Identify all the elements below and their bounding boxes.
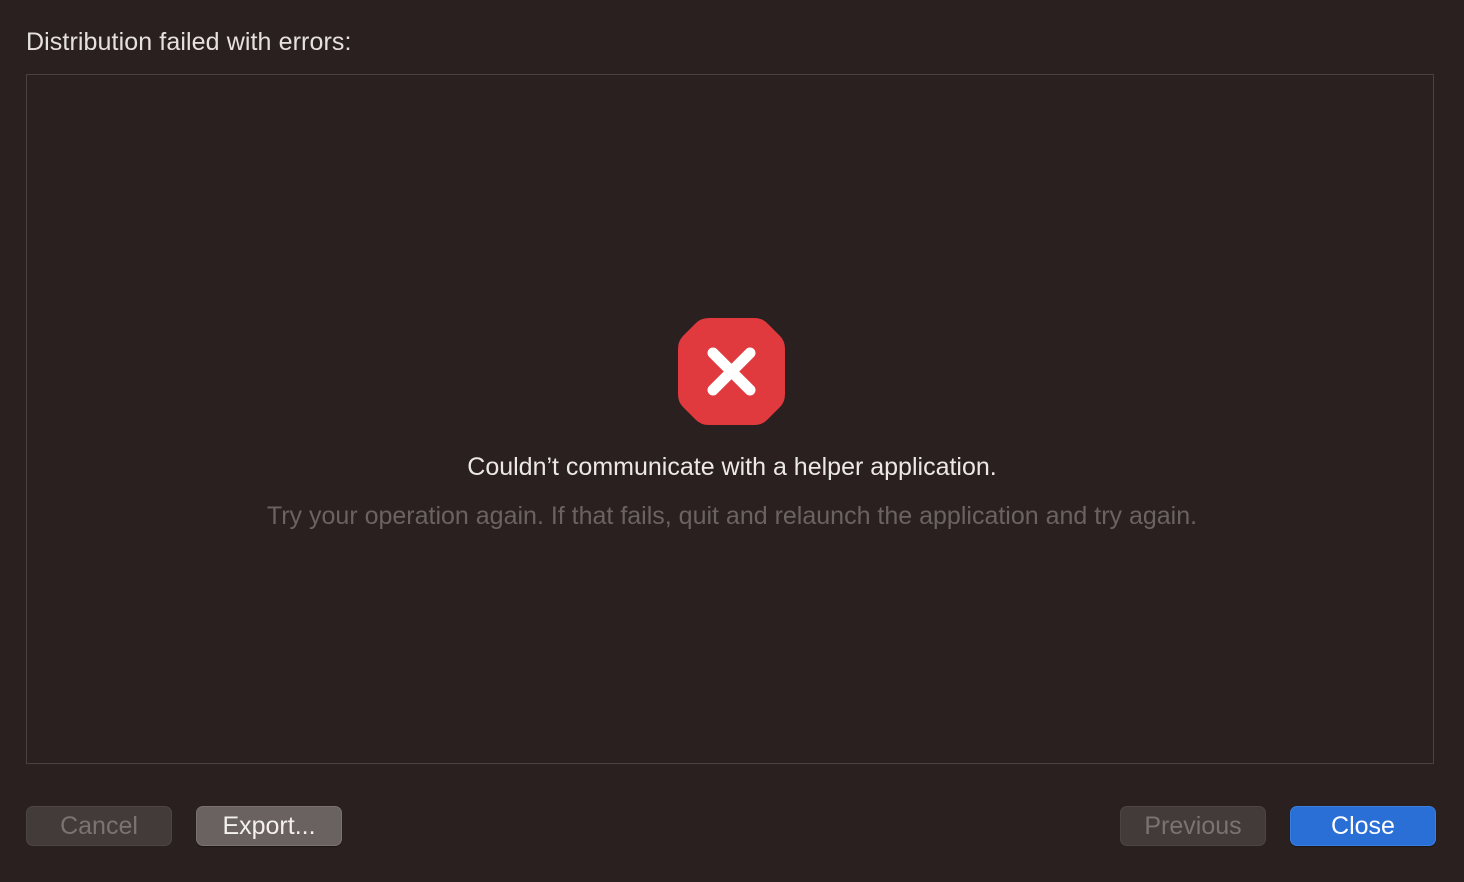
cancel-button[interactable]: Cancel [26, 806, 172, 846]
error-octagon-x-icon [678, 318, 785, 425]
error-detail: Try your operation again. If that fails,… [266, 502, 1198, 530]
distribution-sheet: Distribution failed with errors: Couldn’… [0, 0, 1464, 882]
export-button[interactable]: Export... [196, 806, 342, 846]
page-title: Distribution failed with errors: [26, 28, 352, 56]
close-button[interactable]: Close [1290, 806, 1436, 846]
previous-button[interactable]: Previous [1120, 806, 1266, 846]
error-message: Couldn’t communicate with a helper appli… [467, 453, 997, 481]
